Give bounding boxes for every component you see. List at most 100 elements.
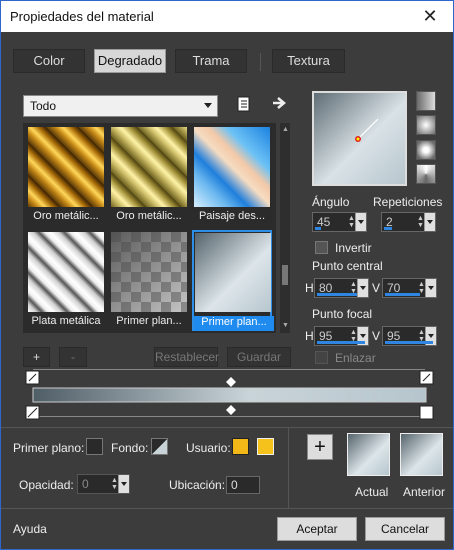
chevron-down-icon[interactable] xyxy=(425,279,436,297)
focal-h-label: H xyxy=(305,329,314,343)
center-h-bar[interactable] xyxy=(317,293,357,296)
close-icon[interactable]: ✕ xyxy=(407,1,453,32)
chevron-down-icon[interactable] xyxy=(355,213,366,231)
link-label: Enlazar xyxy=(335,351,376,365)
gradient-label: Oro metálic... xyxy=(116,210,182,222)
selected-gradient-thumbnail xyxy=(195,233,271,312)
current-preview xyxy=(347,433,390,476)
repeats-spinner[interactable]: 2 ▲ ▼ xyxy=(381,212,436,232)
gradient-editor[interactable] xyxy=(25,369,435,423)
library-scrollbar[interactable]: ▲ ▼ xyxy=(280,123,290,333)
opacity-value: 0 xyxy=(82,477,89,491)
gradient-item[interactable]: Oro metálic... xyxy=(26,125,106,226)
chevron-down-icon[interactable] xyxy=(424,213,435,231)
cancel-button[interactable]: Cancelar xyxy=(365,517,445,541)
focal-v-spinner[interactable]: 95 ▲ ▼ xyxy=(382,326,437,346)
repeats-slider-bar[interactable] xyxy=(384,227,392,230)
material-properties-dialog: Propiedades del material ✕ Color Degrada… xyxy=(0,0,454,550)
help-link[interactable]: Ayuda xyxy=(13,522,47,536)
transparent-gradient-thumbnail xyxy=(111,232,187,312)
silver-gradient-thumbnail xyxy=(28,232,104,312)
footer-separator xyxy=(1,508,453,509)
gradient-preview[interactable] xyxy=(312,91,407,186)
tab-divider xyxy=(260,53,261,71)
radial-style-icon[interactable] xyxy=(416,164,436,184)
rectangular-style-icon[interactable] xyxy=(416,115,436,135)
chevron-down-icon[interactable] xyxy=(357,279,368,297)
opacity-label: Opacidad: xyxy=(19,478,74,492)
background-swatch[interactable] xyxy=(151,438,168,455)
focal-h-bar[interactable] xyxy=(317,341,365,344)
gradient-label: Primer plan... xyxy=(116,315,182,327)
gradient-label: Paisaje des... xyxy=(198,210,266,222)
focal-h-spinner[interactable]: 95 ▲ ▼ xyxy=(314,326,369,346)
gradient-item[interactable]: Paisaje des... xyxy=(192,125,272,226)
opacity-spinner[interactable]: 0 ▲ ▼ xyxy=(77,474,130,494)
scroll-thumb[interactable] xyxy=(282,265,288,285)
foreground-label: Primer plano: xyxy=(13,441,85,455)
add-gradient-button[interactable]: + xyxy=(23,347,50,367)
tab-pattern[interactable]: Trama xyxy=(175,49,247,73)
title-bar: Propiedades del material ✕ xyxy=(1,1,453,32)
user-color-swatch-2[interactable] xyxy=(257,438,274,455)
invert-checkbox[interactable] xyxy=(315,241,328,254)
angle-slider-bar[interactable] xyxy=(315,227,321,230)
user-label: Usuario: xyxy=(186,441,231,455)
invert-label: Invertir xyxy=(335,241,372,255)
sunburst-style-icon[interactable] xyxy=(416,140,436,160)
chevron-down-icon[interactable] xyxy=(118,475,129,493)
remove-gradient-button[interactable]: - xyxy=(59,347,87,367)
foreground-swatch[interactable] xyxy=(86,438,103,455)
add-stop-button[interactable]: + xyxy=(307,434,333,460)
location-label: Ubicación: xyxy=(169,478,226,492)
focal-v-bar[interactable] xyxy=(385,341,433,344)
category-dropdown[interactable]: Todo xyxy=(23,95,218,117)
center-v-spinner[interactable]: 70 ▲ ▼ xyxy=(382,278,437,298)
window-title: Propiedades del material xyxy=(10,9,154,24)
separator xyxy=(1,427,453,428)
tab-texture[interactable]: Textura xyxy=(272,49,345,73)
chevron-down-icon xyxy=(204,103,212,108)
previous-preview[interactable] xyxy=(400,433,443,476)
center-h-spinner[interactable]: 80 ▲ ▼ xyxy=(314,278,369,298)
gold-gradient-thumbnail xyxy=(28,127,104,207)
center-v-label: V xyxy=(372,281,381,295)
tab-gradient[interactable]: Degradado xyxy=(94,49,166,73)
focal-point-label: Punto focal xyxy=(312,307,373,321)
angle-label: Ángulo xyxy=(312,195,350,209)
scroll-down-icon[interactable]: ▼ xyxy=(282,322,289,329)
gradient-item[interactable]: Primer plan... xyxy=(109,230,189,331)
ok-button[interactable]: Aceptar xyxy=(277,517,357,541)
center-h-label: H xyxy=(305,281,314,295)
arrow-right-icon[interactable] xyxy=(271,95,287,111)
previous-label: Anterior xyxy=(403,485,446,499)
landscape-gradient-thumbnail xyxy=(194,127,270,207)
gradient-library: Oro metálic... Oro metálic... Paisaje de… xyxy=(23,123,276,333)
tab-color[interactable]: Color xyxy=(13,49,85,73)
location-value: 0 xyxy=(231,478,238,492)
reset-button[interactable]: Restablecer xyxy=(154,347,219,367)
gradient-label: Oro metálic... xyxy=(33,210,99,222)
user-color-swatch[interactable] xyxy=(232,438,249,455)
angle-spinner[interactable]: 45 ▲ ▼ xyxy=(312,212,367,232)
focal-v-label: V xyxy=(372,329,381,343)
gradient-item-selected[interactable]: Primer plan... xyxy=(192,230,274,331)
gradient-item[interactable]: Plata metálica xyxy=(26,230,106,331)
vertical-separator xyxy=(288,428,289,508)
current-label: Actual xyxy=(355,485,389,499)
repeats-label: Repeticiones xyxy=(373,195,443,209)
gold-gradient-thumbnail xyxy=(111,127,187,207)
gradient-label: Primer plan... xyxy=(194,316,274,331)
link-checkbox[interactable] xyxy=(315,351,328,364)
linear-style-icon[interactable] xyxy=(416,91,436,111)
category-value: Todo xyxy=(30,99,57,113)
gradient-item[interactable]: Oro metálic... xyxy=(109,125,189,226)
location-input[interactable]: 0 xyxy=(226,476,260,494)
background-label: Fondo: xyxy=(111,441,149,455)
file-icon[interactable] xyxy=(235,95,253,113)
scroll-up-icon[interactable]: ▲ xyxy=(282,126,289,133)
center-point-label: Punto central xyxy=(312,259,383,273)
center-v-bar[interactable] xyxy=(385,293,420,296)
gradient-label: Plata metálica xyxy=(31,315,101,327)
save-button[interactable]: Guardar xyxy=(227,347,291,367)
